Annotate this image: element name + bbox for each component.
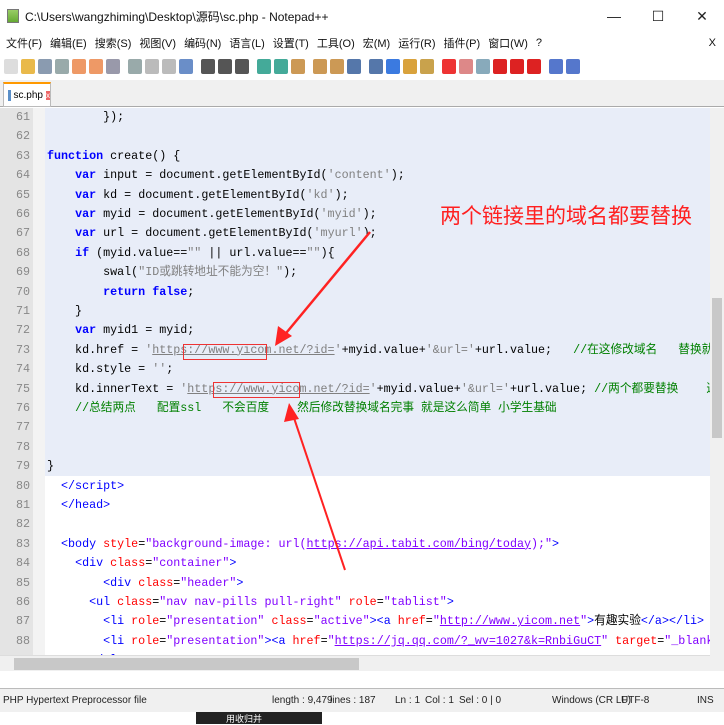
cursor-line: Ln : 1 [395, 695, 421, 706]
taskbar-item[interactable]: 用收归并 [196, 712, 322, 724]
selection: Sel : 0 | 0 [459, 695, 502, 706]
status-bar: PHP Hypertext Preprocessor file length :… [0, 688, 724, 712]
annotation-arrows [275, 231, 371, 571]
insert-mode[interactable]: INS [697, 695, 714, 706]
arrow-head-icon [284, 403, 299, 422]
taskbar: 用收归并 [0, 712, 724, 724]
file-type: PHP Hypertext Preprocessor file [3, 695, 147, 706]
cursor-col: Col : 1 [425, 695, 454, 706]
line-count: lines : 187 [330, 695, 376, 706]
doc-length: length : 9,479 [272, 695, 333, 706]
arrow-line [281, 231, 371, 339]
eol-format[interactable]: Windows (CR LF) [552, 695, 631, 706]
arrow-line [291, 411, 346, 571]
encoding[interactable]: UTF-8 [621, 695, 649, 706]
